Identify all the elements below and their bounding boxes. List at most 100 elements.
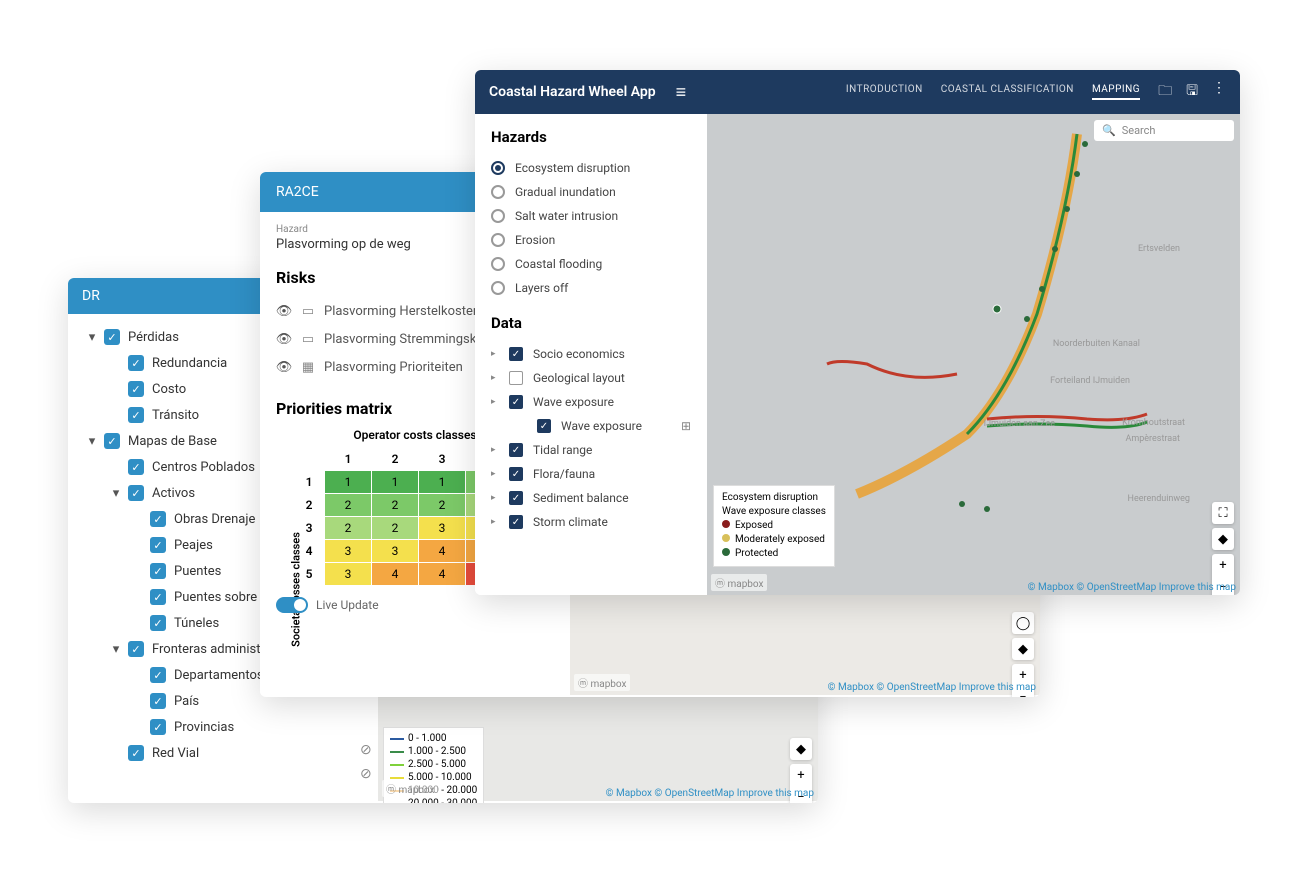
more-icon[interactable]: ⋮ — [1212, 80, 1226, 104]
checkbox-icon[interactable]: ✓ — [150, 511, 166, 527]
data-layer-row[interactable]: ▸✓Storm climate — [491, 510, 691, 534]
expand-icon[interactable]: ▸ — [491, 445, 499, 455]
hazard-option[interactable]: Erosion — [491, 228, 691, 252]
matrix-cell[interactable]: 2 — [419, 494, 465, 516]
matrix-cell[interactable]: 3 — [325, 563, 371, 585]
checkbox-icon[interactable]: ✓ — [537, 419, 551, 433]
checkbox-icon[interactable]: ✓ — [128, 381, 144, 397]
coastal-map[interactable]: 🔍 Search Ertsvelden Noorderbuiten Kanaal… — [707, 114, 1240, 595]
checkbox-icon[interactable]: ✓ — [150, 693, 166, 709]
matrix-cell[interactable]: 2 — [325, 517, 371, 539]
layer-label: Socio economics — [533, 347, 625, 361]
matrix-cell[interactable]: 3 — [419, 517, 465, 539]
matrix-cell[interactable]: 3 — [372, 540, 418, 562]
expand-icon[interactable]: ▸ — [491, 349, 499, 359]
checkbox-icon[interactable]: ✓ — [150, 615, 166, 631]
checkbox-icon[interactable]: ✓ — [128, 355, 144, 371]
checkbox-icon[interactable]: ✓ — [509, 443, 523, 457]
map-layers-button[interactable]: ◆ — [1012, 638, 1034, 660]
hazard-option[interactable]: Layers off — [491, 276, 691, 300]
checkbox-icon[interactable]: ✓ — [128, 459, 144, 475]
checkbox-icon[interactable]: ✓ — [128, 745, 144, 761]
layer-tree-item[interactable]: ✓Provincias — [68, 714, 378, 740]
matrix-cell[interactable]: 1 — [372, 471, 418, 493]
zoom-in-icon[interactable]: + — [1212, 554, 1234, 576]
map-style-button[interactable]: ◯ — [1012, 612, 1034, 634]
live-update-toggle[interactable] — [276, 597, 308, 613]
checkbox-icon[interactable]: ✓ — [509, 491, 523, 505]
save-icon[interactable]: 🖫 — [1186, 80, 1198, 104]
data-layer-row[interactable]: ▸✓Sediment balance — [491, 486, 691, 510]
checkbox-icon[interactable]: ✓ — [509, 395, 523, 409]
matrix-col-header: 2 — [372, 448, 418, 470]
matrix-cell[interactable]: 1 — [419, 471, 465, 493]
matrix-cell[interactable]: 2 — [325, 494, 371, 516]
hazard-option[interactable]: Gradual inundation — [491, 180, 691, 204]
legend-row: 1.000 - 2.500 — [390, 745, 477, 758]
hazard-option[interactable]: Salt water intrusion — [491, 204, 691, 228]
expand-icon[interactable]: ▸ — [491, 469, 499, 479]
map-attribution[interactable]: © Mapbox © OpenStreetMap Improve this ma… — [606, 788, 814, 799]
nav-tab[interactable]: MAPPING — [1092, 84, 1140, 100]
hazard-option[interactable]: Coastal flooding — [491, 252, 691, 276]
matrix-cell[interactable]: 4 — [419, 540, 465, 562]
data-layer-row[interactable]: ▸✓Tidal range — [491, 438, 691, 462]
data-layer-row[interactable]: ✓Wave exposure⊞ — [491, 414, 691, 438]
live-update-row[interactable]: Live Update — [276, 597, 554, 613]
visibility-icon[interactable]: 👁 — [276, 303, 292, 319]
hazards-heading: Hazards — [491, 128, 691, 146]
settings-icon[interactable]: ⊞ — [681, 419, 691, 433]
app-title: Coastal Hazard Wheel App — [489, 84, 656, 100]
checkbox-icon[interactable]: ✓ — [509, 467, 523, 481]
data-layer-row[interactable]: ▸✓Wave exposure — [491, 390, 691, 414]
visibility-icon[interactable]: 👁 — [276, 331, 292, 347]
coastal-sidebar: Hazards Ecosystem disruption Gradual inun… — [475, 114, 707, 595]
checkbox-icon[interactable]: ✓ — [104, 433, 120, 449]
layer-hide-icon[interactable]: ⊘ — [360, 766, 376, 782]
map-layers-button[interactable]: ◆ — [790, 738, 812, 760]
hazard-option[interactable]: Ecosystem disruption — [491, 156, 691, 180]
map-layers-button[interactable]: ◆ — [1212, 528, 1234, 550]
map-attribution[interactable]: © Mapbox © OpenStreetMap Improve this ma… — [1028, 582, 1236, 593]
visibility-icon[interactable]: 👁 — [276, 359, 292, 375]
search-box[interactable]: 🔍 Search — [1094, 120, 1234, 141]
map-attribution[interactable]: © Mapbox © OpenStreetMap Improve this ma… — [828, 682, 1036, 693]
checkbox-icon[interactable]: ✓ — [128, 407, 144, 423]
checkbox-icon[interactable]: ✓ — [150, 719, 166, 735]
checkbox-icon[interactable]: ✓ — [128, 485, 144, 501]
nav-tab[interactable]: COASTAL CLASSIFICATION — [941, 84, 1074, 100]
expand-icon[interactable]: ▸ — [491, 493, 499, 503]
expand-icon[interactable]: ▸ — [491, 517, 499, 527]
zoom-in-icon[interactable]: + — [790, 764, 812, 786]
checkbox-icon[interactable]: ✓ — [150, 537, 166, 553]
radio-icon — [491, 257, 505, 271]
data-layer-row[interactable]: ▸✓Flora/fauna — [491, 462, 691, 486]
layer-tree-item[interactable]: ✓Red Vial — [68, 740, 378, 766]
data-layer-row[interactable]: ▸Geological layout — [491, 366, 691, 390]
data-layer-row[interactable]: ▸ ✓ Socio economics — [491, 342, 691, 366]
checkbox-icon[interactable]: ✓ — [509, 515, 523, 529]
folder-icon[interactable]: 🗀 — [1158, 80, 1172, 104]
checkbox-icon[interactable]: ✓ — [509, 347, 523, 361]
data-heading: Data — [491, 314, 691, 332]
matrix-cell[interactable]: 4 — [419, 563, 465, 585]
hazard-label: Ecosystem disruption — [515, 161, 630, 175]
layer-hide-icon[interactable]: ⊘ — [360, 742, 376, 758]
matrix-cell[interactable]: 1 — [325, 471, 371, 493]
map-fullscreen[interactable]: ⛶ — [1212, 502, 1234, 524]
expand-icon[interactable]: ▸ — [491, 397, 499, 407]
menu-icon[interactable]: ≡ — [676, 82, 687, 103]
checkbox-icon[interactable]: ✓ — [150, 563, 166, 579]
checkbox-icon[interactable]: ✓ — [150, 589, 166, 605]
checkbox-icon[interactable]: ✓ — [150, 667, 166, 683]
expand-icon[interactable]: ▸ — [491, 373, 499, 383]
nav-tab[interactable]: INTRODUCTION — [846, 84, 923, 100]
matrix-cell[interactable]: 2 — [372, 494, 418, 516]
legend-row: Exposed — [722, 519, 826, 533]
checkbox-icon[interactable]: ✓ — [104, 329, 120, 345]
matrix-cell[interactable]: 2 — [372, 517, 418, 539]
checkbox-icon[interactable] — [509, 371, 523, 385]
matrix-cell[interactable]: 4 — [372, 563, 418, 585]
checkbox-icon[interactable]: ✓ — [128, 641, 144, 657]
matrix-cell[interactable]: 3 — [325, 540, 371, 562]
